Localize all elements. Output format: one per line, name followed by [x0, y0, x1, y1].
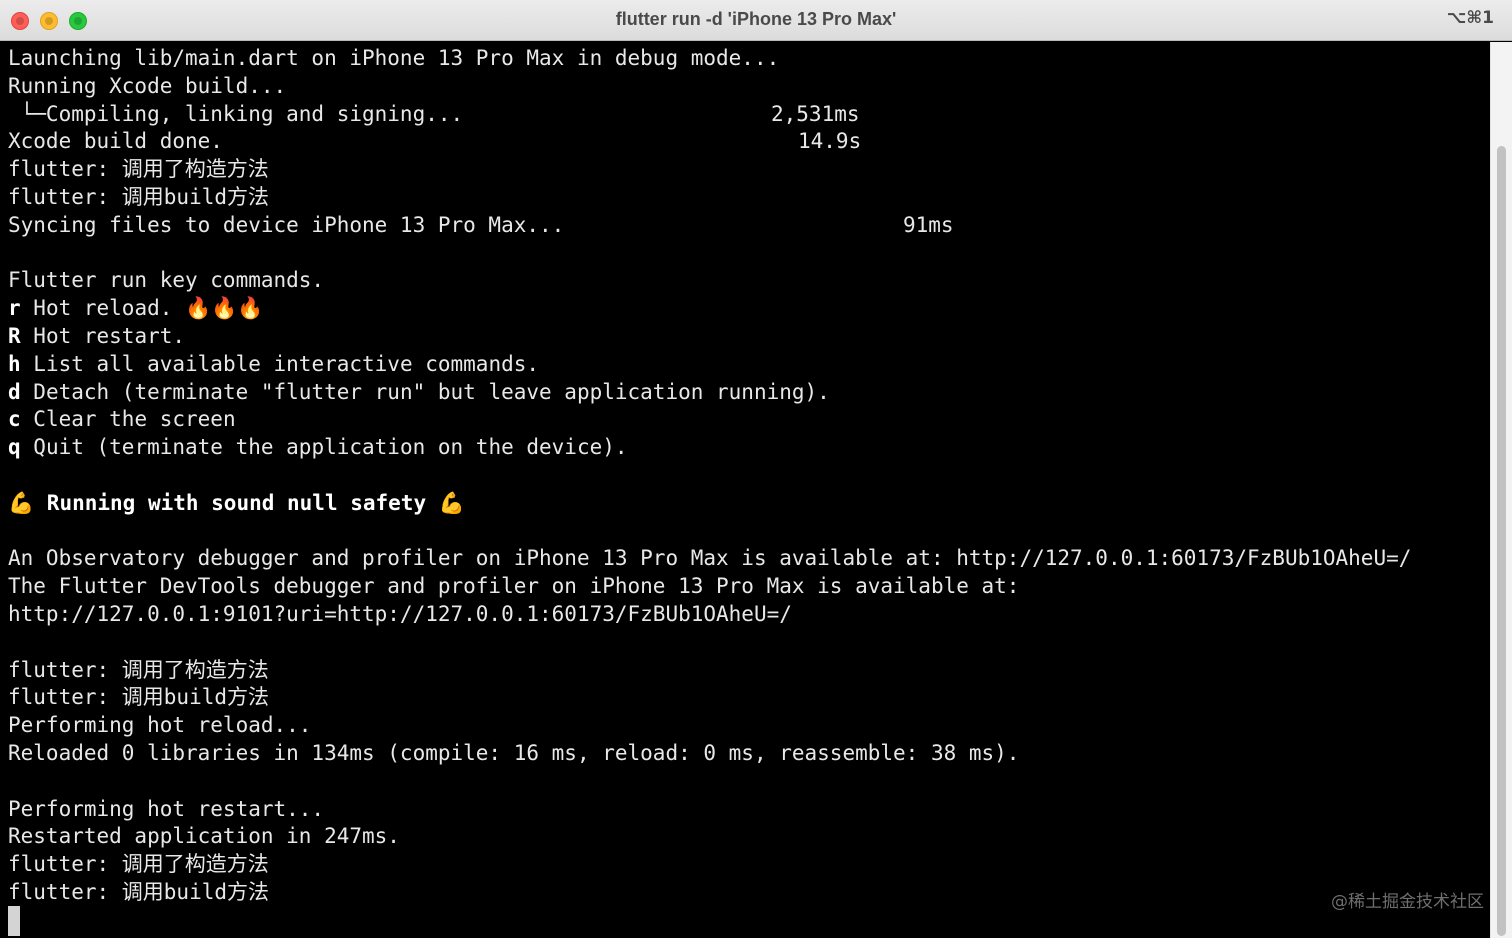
command-text: Hot restart. — [20, 323, 186, 348]
command-key: q — [8, 435, 21, 460]
output-line: Launching lib/main.dart on iPhone 13 Pro… — [8, 46, 780, 70]
command-clear: c Clear the screen — [8, 406, 1486, 434]
window-title: flutter run -d 'iPhone 13 Pro Max' — [615, 9, 897, 29]
output-line: flutter: 调用了构造方法 — [8, 852, 269, 877]
output-text: Xcode build done. — [8, 129, 223, 154]
title-bar[interactable]: flutter run -d 'iPhone 13 Pro Max' ⌥⌘1 — [0, 0, 1512, 41]
window-shortcut-label: ⌥⌘1 — [1446, 8, 1494, 28]
output-line: Performing hot reload... — [8, 713, 312, 738]
output-line-syncing: Syncing files to device iPhone 13 Pro Ma… — [8, 212, 1486, 240]
fire-icon: 🔥🔥🔥 — [185, 296, 264, 321]
command-quit: q Quit (terminate the application on the… — [8, 434, 1486, 462]
command-key: h — [8, 351, 21, 376]
command-detach: d Detach (terminate "flutter run" but le… — [8, 379, 1486, 407]
flexed-biceps-icon: 💪 — [438, 490, 465, 515]
output-line: flutter: 调用build方法 — [8, 184, 270, 209]
command-text: Clear the screen — [20, 407, 236, 432]
null-safety-text: Running with sound null safety — [34, 490, 439, 515]
command-text: Hot reload. — [20, 296, 186, 321]
scrollbar-thumb[interactable] — [1497, 146, 1506, 936]
command-key: d — [8, 379, 21, 404]
command-text: Quit (terminate the application on the d… — [20, 435, 628, 460]
output-line: Flutter run key commands. — [8, 268, 325, 293]
null-safety-line: 💪 Running with sound null safety 💪 — [8, 490, 1486, 518]
command-hot-reload: r Hot reload. 🔥🔥🔥 — [8, 295, 1486, 323]
output-line: flutter: 调用build方法 — [8, 879, 270, 904]
command-text: Detach (terminate "flutter run" but leav… — [20, 379, 830, 404]
xcode-build-time: 14.9s — [798, 129, 862, 154]
output-line-xcode-done: Xcode build done. 14.9s — [8, 128, 1486, 156]
terminal-output[interactable]: Launching lib/main.dart on iPhone 13 Pro… — [8, 45, 1486, 938]
output-text: └─Compiling, linking and signing... — [8, 101, 464, 126]
devtools-url-link[interactable]: http://127.0.0.1:9101?uri=http://127.0.0… — [8, 601, 1486, 629]
output-line: flutter: 调用了构造方法 — [8, 157, 269, 182]
watermark: @稀土掘金技术社区 — [1331, 892, 1484, 912]
output-line: flutter: 调用了构造方法 — [8, 657, 269, 682]
command-text: List all available interactive commands. — [20, 351, 540, 376]
devtools-line: The Flutter DevTools debugger and profil… — [8, 574, 1020, 599]
compile-time: 2,531ms — [771, 101, 860, 126]
output-line-compiling: └─Compiling, linking and signing... 2,531… — [8, 101, 1486, 129]
text-cursor — [8, 906, 20, 936]
command-key: R — [8, 323, 21, 348]
output-line: flutter: 调用build方法 — [8, 685, 270, 710]
command-hot-restart: R Hot restart. — [8, 323, 1486, 351]
sync-time: 91ms — [903, 212, 954, 237]
flexed-biceps-icon: 💪 — [8, 490, 35, 515]
terminal-window: flutter run -d 'iPhone 13 Pro Max' ⌥⌘1 L… — [0, 0, 1512, 938]
output-text: Syncing files to device iPhone 13 Pro Ma… — [8, 212, 565, 237]
command-list: h List all available interactive command… — [8, 351, 1486, 379]
command-key: c — [8, 407, 21, 432]
command-key: r — [8, 296, 21, 321]
output-line: Restarted application in 247ms. — [8, 824, 400, 849]
observatory-line[interactable]: An Observatory debugger and profiler on … — [8, 545, 1486, 573]
output-line: Performing hot restart... — [8, 796, 325, 821]
output-line: Reloaded 0 libraries in 134ms (compile: … — [8, 740, 1020, 765]
output-line: Running Xcode build... — [8, 73, 287, 98]
